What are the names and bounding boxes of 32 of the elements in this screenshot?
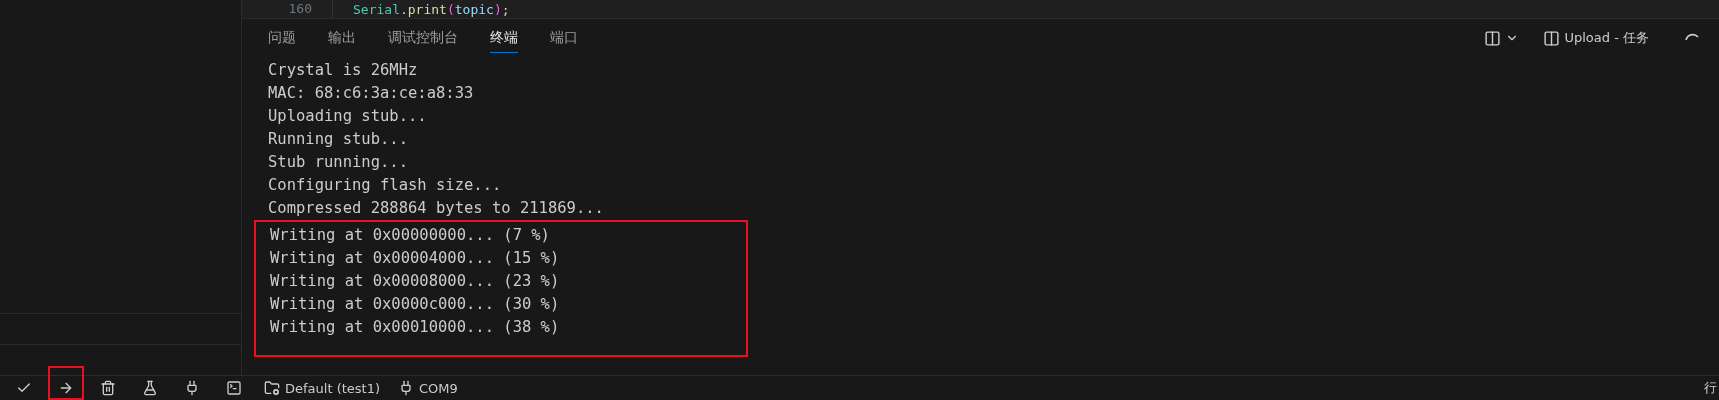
terminal-line: Writing at 0x00008000... (23 %) [270, 271, 561, 292]
split-panel-icon [1484, 29, 1502, 47]
terminal-line: Running stub... [268, 129, 409, 150]
panel-tab[interactable]: 终端 [490, 23, 518, 53]
terminal-line: Writing at 0x00000000... (7 %) [270, 225, 551, 246]
terminal-line: Uploading stub... [268, 106, 428, 127]
port-item[interactable]: COM9 [392, 380, 464, 396]
highlighted-action-button[interactable] [48, 366, 84, 400]
code-line: Serial.print(topic); [353, 1, 510, 17]
terminal-line: MAC: 68:c6:3a:ce:a8:33 [268, 83, 475, 104]
terminal-line: Stub running... [268, 152, 409, 173]
folder-gear-icon [264, 380, 280, 396]
terminal-line: Writing at 0x00010000... (38 %) [270, 317, 561, 338]
trash-icon [100, 379, 116, 396]
terminal-icon [226, 379, 242, 396]
panel-tab[interactable]: 输出 [328, 23, 356, 53]
line-number: 160 [242, 0, 333, 18]
plug-icon [398, 380, 414, 396]
panel-tab[interactable]: 调试控制台 [388, 23, 458, 53]
terminal-line: Compressed 288864 bytes to 211869... [268, 198, 605, 219]
panel-tab[interactable]: 问题 [268, 23, 296, 53]
flask-icon [142, 379, 158, 396]
plug-icon [184, 379, 200, 396]
terminal-line: Crystal is 26MHz [268, 60, 419, 81]
environment-item[interactable]: Default (test1) [258, 380, 386, 396]
panel-tab[interactable]: 端口 [550, 23, 578, 53]
task-button[interactable]: Upload - 任务 [1541, 27, 1651, 49]
status-text: 行 [1704, 379, 1718, 397]
terminal-line: Configuring flash size... [268, 175, 503, 196]
terminal-line: Writing at 0x0000c000... (30 %) [270, 294, 561, 315]
split-panel-icon [1543, 29, 1561, 47]
terminal-line: Writing at 0x00004000... (15 %) [270, 248, 561, 269]
